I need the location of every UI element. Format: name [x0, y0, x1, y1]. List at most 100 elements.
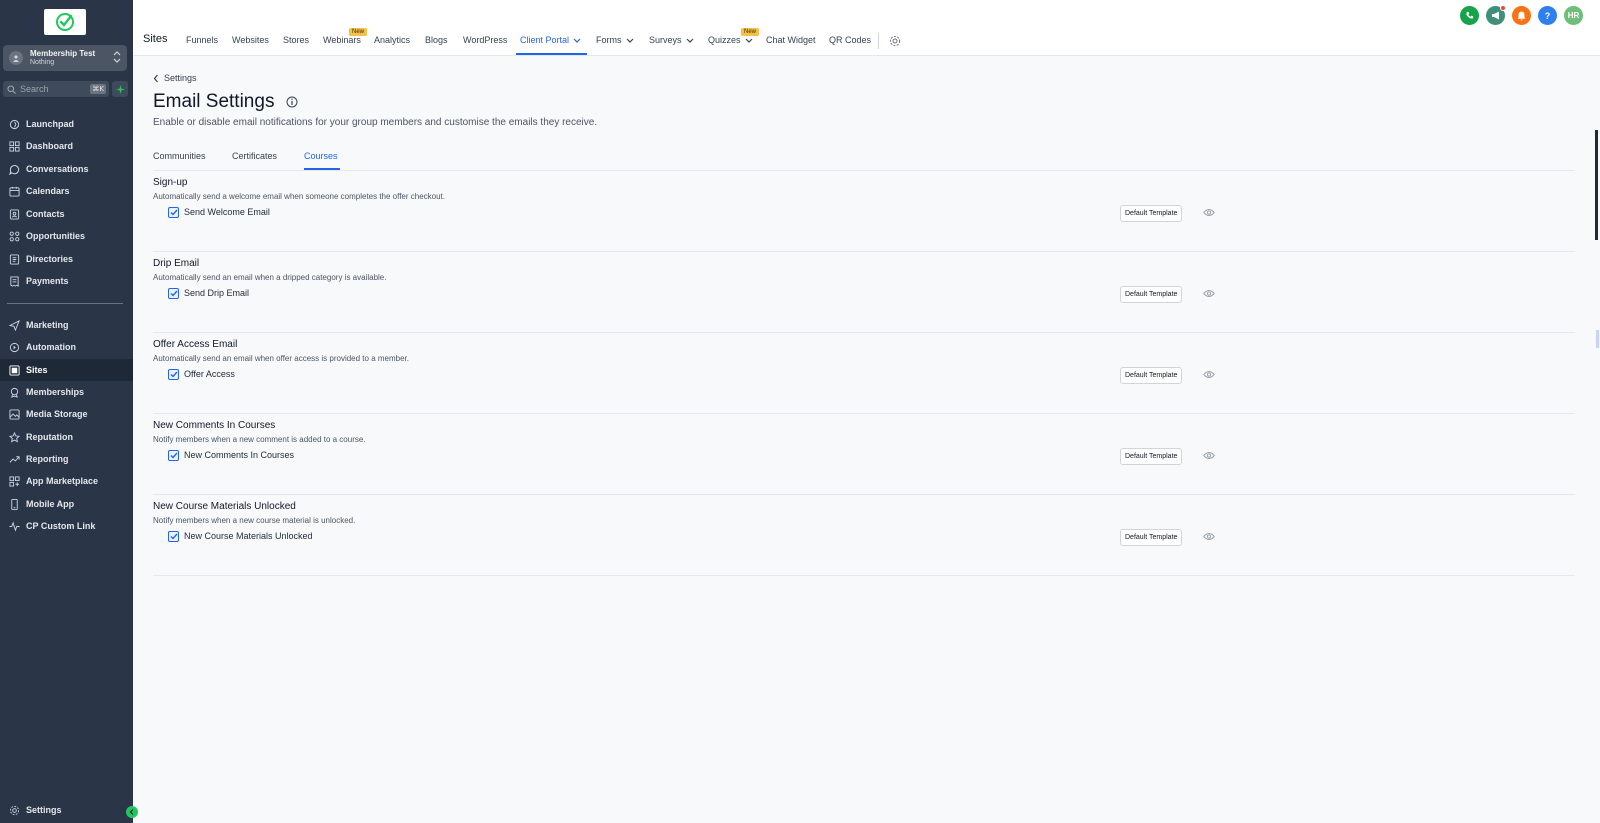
checkbox-label[interactable]: Offer Access	[184, 369, 235, 379]
eye-icon[interactable]	[1203, 208, 1215, 217]
contact-card-icon	[8, 208, 20, 220]
sidebar-search[interactable]: Search ⌘K	[3, 81, 109, 97]
sidebar-item-dashboard[interactable]: Dashboard	[0, 135, 133, 157]
nav-blogs[interactable]: Blogs	[425, 35, 448, 45]
eye-icon[interactable]	[1203, 451, 1215, 460]
checkbox-label[interactable]: Send Drip Email	[184, 288, 249, 298]
offer-access-checkbox[interactable]	[168, 369, 179, 380]
sidebar-item-label: Payments	[26, 276, 69, 286]
directory-icon	[8, 253, 20, 265]
tab-certificates[interactable]: Certificates	[232, 151, 277, 161]
search-placeholder: Search	[20, 84, 49, 94]
ai-sparkle-button[interactable]	[112, 81, 128, 97]
section-description: Notify members when a new course materia…	[153, 516, 356, 525]
tab-courses[interactable]: Courses	[304, 151, 338, 161]
sidebar-item-app-marketplace[interactable]: App Marketplace	[0, 470, 133, 492]
grid-icon	[8, 140, 20, 152]
eye-icon[interactable]	[1203, 370, 1215, 379]
new-badge-webinars: New	[349, 28, 368, 36]
default-template-button[interactable]: Default Template	[1120, 367, 1183, 384]
sidebar-item-reputation[interactable]: Reputation	[0, 426, 133, 448]
nav-surveys[interactable]: Surveys	[649, 35, 694, 45]
sidebar-item-label: Mobile App	[26, 499, 75, 509]
section-title: Sites	[143, 33, 168, 45]
sidebar-item-label: App Marketplace	[26, 476, 99, 486]
sidebar-item-cp-custom-link[interactable]: CP Custom Link	[0, 515, 133, 537]
new-badge-quizzes: New	[741, 28, 760, 36]
sidebar-item-sites[interactable]: Sites	[0, 359, 133, 381]
send-welcome-email-checkbox[interactable]	[168, 207, 179, 218]
sidebar-item-automation[interactable]: Automation	[0, 336, 133, 358]
email-section-drip-email: Drip Email Automatically send an email w…	[153, 252, 1575, 333]
user-avatar[interactable]: HR	[1564, 6, 1583, 25]
default-template-button[interactable]: Default Template	[1120, 205, 1183, 222]
course-materials-unlocked-checkbox[interactable]	[168, 531, 179, 542]
sidebar-item-label: Directories	[26, 254, 74, 264]
sidebar-item-payments[interactable]: Payments	[0, 270, 133, 292]
sidebar-item-media-storage[interactable]: Media Storage	[0, 403, 133, 425]
sidebar-item-calendars[interactable]: Calendars	[0, 180, 133, 202]
nav-stores[interactable]: Stores	[283, 35, 309, 45]
sidebar-item-conversations[interactable]: Conversations	[0, 158, 133, 180]
account-name: Membership Test	[30, 49, 96, 58]
sidebar-item-settings[interactable]: Settings	[0, 799, 133, 821]
page-title: Email Settings	[153, 91, 275, 112]
back-to-settings-link[interactable]: Settings	[153, 73, 197, 83]
nav-analytics[interactable]: Analytics	[374, 35, 410, 45]
nav-quizzes[interactable]: Quizzes	[708, 35, 753, 45]
help-button[interactable]: ?	[1538, 6, 1557, 25]
sidebar-item-label: Media Storage	[26, 409, 88, 419]
notifications-button[interactable]	[1512, 6, 1531, 25]
checkbox-label[interactable]: New Course Materials Unlocked	[184, 531, 313, 541]
default-template-button[interactable]: Default Template	[1120, 529, 1183, 546]
collapse-sidebar-button[interactable]	[126, 806, 138, 818]
eye-icon[interactable]	[1203, 289, 1215, 298]
nav-webinars[interactable]: Webinars	[323, 35, 361, 45]
phone-button[interactable]	[1460, 6, 1479, 25]
default-template-button[interactable]: Default Template	[1120, 286, 1183, 303]
account-switcher[interactable]: Membership Test Nothing	[3, 45, 127, 71]
announcements-button[interactable]	[1486, 5, 1506, 25]
sidebar-item-label: Sites	[26, 365, 48, 375]
send-drip-email-checkbox[interactable]	[168, 288, 179, 299]
nav-client-portal[interactable]: Client Portal	[520, 35, 581, 45]
nav-funnels[interactable]: Funnels	[186, 35, 218, 45]
nav-websites[interactable]: Websites	[232, 35, 269, 45]
checkbox-label[interactable]: New Comments In Courses	[184, 450, 294, 460]
nav-chat-widget[interactable]: Chat Widget	[766, 35, 816, 45]
email-section-new-comments: New Comments In Courses Notify members w…	[153, 414, 1575, 495]
sidebar-item-contacts[interactable]: Contacts	[0, 203, 133, 225]
nav-qr-codes[interactable]: QR Codes	[829, 35, 871, 45]
sidebar-item-reporting[interactable]: Reporting	[0, 448, 133, 470]
default-template-button[interactable]: Default Template	[1120, 448, 1183, 465]
checkbox-label[interactable]: Send Welcome Email	[184, 207, 270, 217]
check-logo-icon	[56, 13, 74, 31]
eye-icon[interactable]	[1203, 532, 1215, 541]
checkmark-icon	[170, 533, 178, 540]
chevron-down-icon	[686, 38, 693, 43]
email-section-offer-access: Offer Access Email Automatically send an…	[153, 333, 1575, 414]
bell-icon	[1517, 11, 1526, 21]
sidebar-item-opportunities[interactable]: Opportunities	[0, 225, 133, 247]
nav-forms[interactable]: Forms	[596, 35, 634, 45]
app-logo[interactable]	[44, 9, 86, 35]
megaphone-icon	[1491, 11, 1499, 20]
sidebar-item-marketing[interactable]: Marketing	[0, 314, 133, 336]
sidebar-item-launchpad[interactable]: Launchpad	[0, 113, 133, 135]
side-panel-handle[interactable]	[1596, 330, 1599, 348]
sidebar-item-mobile-app[interactable]: Mobile App	[0, 493, 133, 515]
new-comments-checkbox[interactable]	[168, 450, 179, 461]
section-title: Offer Access Email	[153, 339, 238, 350]
gear-icon[interactable]	[889, 35, 901, 47]
tab-communities[interactable]: Communities	[153, 151, 206, 161]
sidebar-item-label: Memberships	[26, 387, 85, 397]
receipt-icon	[8, 275, 20, 287]
sidebar-item-memberships[interactable]: Memberships	[0, 381, 133, 403]
search-shortcut: ⌘K	[90, 84, 106, 94]
sidebar-item-directories[interactable]: Directories	[0, 248, 133, 270]
info-icon[interactable]	[286, 96, 298, 108]
sidebar-item-label: Automation	[26, 342, 76, 352]
nav-wordpress[interactable]: WordPress	[463, 35, 507, 45]
scrollbar-thumb[interactable]	[1595, 130, 1598, 240]
automation-icon	[8, 341, 20, 353]
